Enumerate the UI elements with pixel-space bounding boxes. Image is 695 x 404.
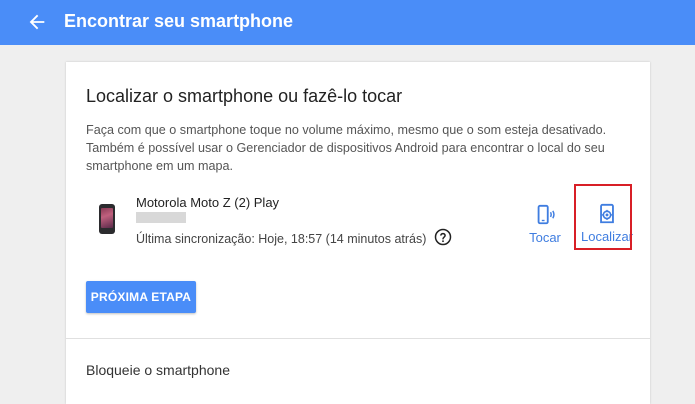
phone-screen (101, 208, 113, 228)
last-sync-text: Última sincronização: Hoje, 18:57 (14 mi… (136, 232, 427, 246)
locate-label: Localizar (580, 229, 634, 244)
lock-phone-section[interactable]: Bloqueie o smartphone (86, 361, 230, 379)
card-description: Faça com que o smartphone toque no volum… (86, 123, 607, 173)
card-title: Localizar o smartphone ou fazê-lo tocar (86, 86, 403, 106)
device-name: Motorola Moto Z (2) Play (136, 195, 280, 210)
ring-action[interactable]: Tocar (526, 204, 564, 245)
help-circle-icon[interactable] (434, 228, 452, 246)
find-phone-card: Localizar o smartphone ou fazê-lo tocar … (66, 62, 650, 404)
page-title: Encontrar seu smartphone (64, 11, 294, 31)
phone-thumbnail (99, 204, 115, 234)
next-step-button[interactable]: PRÓXIMA ETAPA (86, 281, 196, 313)
locate-action[interactable]: Localizar (575, 203, 639, 244)
arrow-back-icon[interactable] (26, 11, 48, 33)
phone-ring-icon (537, 204, 555, 225)
ring-label: Tocar (529, 230, 561, 245)
locate-icon (600, 203, 614, 224)
app-bar: Encontrar seu smartphone (0, 0, 695, 45)
device-subtitle-redacted (136, 212, 186, 223)
section-divider (66, 338, 650, 339)
